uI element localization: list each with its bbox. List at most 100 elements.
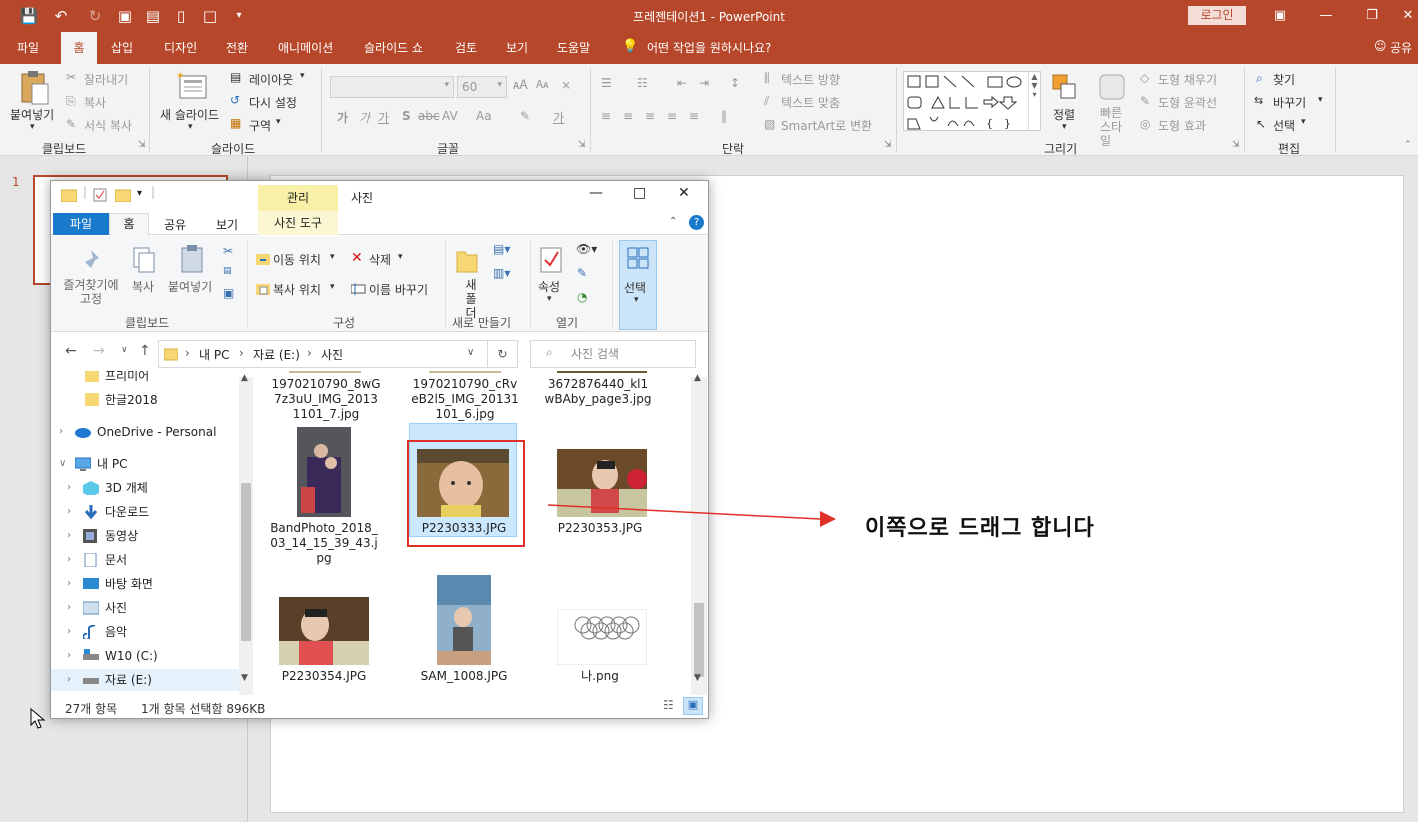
- maximize-icon[interactable]: □: [633, 185, 646, 201]
- columns-icon[interactable]: ‖: [721, 109, 727, 123]
- delete-dropdown-icon[interactable]: ▾: [398, 252, 403, 262]
- change-case-button[interactable]: Aa: [476, 109, 492, 123]
- tab-insert[interactable]: 삽입: [111, 39, 133, 56]
- nav-item[interactable]: › 바탕 화면: [51, 573, 241, 595]
- reset-button[interactable]: 다시 설정: [249, 94, 297, 111]
- content-scrollbar-thumb[interactable]: [694, 603, 704, 677]
- section-icon[interactable]: ▦: [230, 116, 241, 130]
- shape-fill-icon[interactable]: ◇: [1140, 71, 1149, 85]
- paste-button[interactable]: 붙여넣기: [168, 278, 212, 295]
- login-button[interactable]: 로그인: [1188, 6, 1246, 25]
- nav-item[interactable]: › OneDrive - Personal: [51, 421, 241, 443]
- format-painter-icon[interactable]: ✎: [66, 117, 76, 131]
- expand-icon[interactable]: ›: [67, 525, 71, 547]
- char-spacing-button[interactable]: AV: [442, 109, 458, 123]
- nav-item[interactable]: ∨ 내 PC: [51, 453, 241, 475]
- font-size-box[interactable]: 60 ▾: [457, 76, 507, 98]
- shape-fill-button[interactable]: 도형 채우기: [1158, 71, 1217, 88]
- gallery-scroll-icon[interactable]: ▲ ▼ ▾: [1028, 72, 1040, 130]
- line-spacing-icon[interactable]: ↕: [730, 76, 740, 90]
- nav-item[interactable]: › 사진: [51, 597, 241, 619]
- shape-effects-icon[interactable]: ◎: [1140, 117, 1150, 131]
- collapse-ribbon-icon[interactable]: ⌃: [1404, 140, 1412, 150]
- tell-me-box[interactable]: 어떤 작업을 원하시나요?: [647, 39, 771, 56]
- file-thumbnail[interactable]: [429, 371, 501, 373]
- properties-dropdown-icon[interactable]: ▾: [547, 294, 552, 304]
- copy-to-icon[interactable]: [256, 282, 270, 296]
- file-name[interactable]: P2230354.JPG: [269, 669, 379, 684]
- shadow-button[interactable]: S: [402, 109, 411, 123]
- recent-locations-icon[interactable]: ∨: [121, 345, 128, 355]
- nav-item[interactable]: › W10 (C:): [51, 645, 241, 667]
- expand-icon[interactable]: ›: [67, 669, 71, 691]
- scroll-down-icon[interactable]: ▼: [241, 673, 248, 683]
- select-button-wrapper[interactable]: 선택 ▾: [619, 240, 657, 330]
- context-tab-manage[interactable]: 관리: [258, 185, 338, 211]
- search-input[interactable]: 사진 검색: [530, 340, 696, 368]
- new-item-icon[interactable]: ▤▾: [493, 242, 510, 256]
- dialog-launcher-icon[interactable]: ⇲: [884, 140, 892, 150]
- arrange-dropdown-icon[interactable]: ▾: [1062, 122, 1067, 132]
- increase-font-icon[interactable]: 🗚: [513, 78, 528, 93]
- dialog-launcher-icon[interactable]: ⇲: [138, 140, 146, 150]
- reset-icon[interactable]: ↺: [230, 93, 240, 107]
- copy-to-dropdown-icon[interactable]: ▾: [330, 282, 335, 292]
- pin-icon[interactable]: [78, 248, 104, 274]
- replace-icon[interactable]: ⇆: [1254, 94, 1263, 107]
- file-thumbnail[interactable]: [557, 371, 647, 373]
- nav-item[interactable]: › 동영상: [51, 525, 241, 547]
- copy-to-button[interactable]: 복사 위치: [273, 281, 321, 298]
- copy-button[interactable]: 복사: [84, 94, 106, 111]
- share-button[interactable]: 공유: [1390, 39, 1412, 56]
- file-thumbnail[interactable]: [279, 597, 369, 665]
- collapse-ribbon-icon[interactable]: ⌃: [669, 216, 677, 227]
- bullets-icon[interactable]: ☰: [601, 76, 612, 90]
- close-icon[interactable]: ✕: [1398, 6, 1418, 26]
- font-name-box[interactable]: ▾: [330, 76, 454, 98]
- copy-icon[interactable]: [131, 246, 157, 274]
- minimize-icon[interactable]: —: [1316, 6, 1336, 26]
- new-slide-dropdown-icon[interactable]: ▾: [188, 122, 193, 132]
- select-icon[interactable]: ↖: [1256, 117, 1266, 131]
- copy-icon[interactable]: ⎘: [66, 94, 76, 109]
- quick-styles-icon[interactable]: [1097, 72, 1127, 102]
- highlight-icon[interactable]: ✎: [520, 109, 530, 123]
- shapes-gallery[interactable]: {} ▲ ▼ ▾: [903, 71, 1041, 131]
- tab-animations[interactable]: 애니메이션: [278, 39, 333, 56]
- delete-button[interactable]: 삭제: [369, 251, 391, 268]
- breadcrumb-folder[interactable]: 사진: [321, 346, 343, 363]
- tab-review[interactable]: 검토: [455, 39, 477, 56]
- properties-icon[interactable]: [93, 188, 107, 202]
- move-to-icon[interactable]: [256, 252, 270, 266]
- arrange-button[interactable]: 정렬: [1053, 106, 1075, 123]
- shape-effects-button[interactable]: 도형 효과: [1158, 117, 1206, 134]
- file-name[interactable]: 1970210790_cRveB2l5_IMG_20131101_6.jpg: [410, 377, 520, 422]
- scroll-up-icon[interactable]: ▲: [241, 373, 248, 383]
- cut-button[interactable]: 잘라내기: [84, 71, 128, 88]
- expand-icon[interactable]: ›: [67, 549, 71, 571]
- select-dropdown-icon[interactable]: ▾: [1301, 117, 1306, 127]
- layout-dropdown-icon[interactable]: ▾: [300, 71, 305, 81]
- close-icon[interactable]: ✕: [678, 185, 690, 201]
- new-folder-icon[interactable]: [115, 188, 131, 202]
- expand-icon[interactable]: ›: [67, 573, 71, 595]
- smartart-button[interactable]: SmartArt로 변환: [781, 117, 872, 134]
- text-direction-button[interactable]: 텍스트 방향: [781, 71, 840, 88]
- nav-item[interactable]: › 다운로드: [51, 501, 241, 523]
- rename-button[interactable]: 이름 바꾸기: [369, 281, 428, 298]
- paste-icon[interactable]: [18, 70, 50, 106]
- expand-icon[interactable]: ›: [67, 621, 71, 643]
- underline-button[interactable]: 가: [378, 109, 389, 126]
- copy-path-icon[interactable]: ▤: [223, 266, 232, 276]
- move-to-button[interactable]: 이동 위치: [273, 251, 321, 268]
- arrange-icon[interactable]: [1050, 72, 1078, 102]
- increase-indent-icon[interactable]: ⇥: [699, 76, 709, 90]
- text-direction-icon[interactable]: ⫼: [764, 71, 770, 86]
- open-with-icon[interactable]: 👁▾: [576, 242, 597, 256]
- cut-icon[interactable]: ✂: [66, 70, 76, 84]
- file-name[interactable]: BandPhoto_2018_03_14_15_39_43.jpg: [269, 521, 379, 566]
- rename-icon[interactable]: [351, 283, 367, 295]
- ribbon-display-icon[interactable]: ▣: [1270, 6, 1290, 26]
- dialog-launcher-icon[interactable]: ⇲: [578, 140, 586, 150]
- forward-icon[interactable]: →: [93, 343, 105, 359]
